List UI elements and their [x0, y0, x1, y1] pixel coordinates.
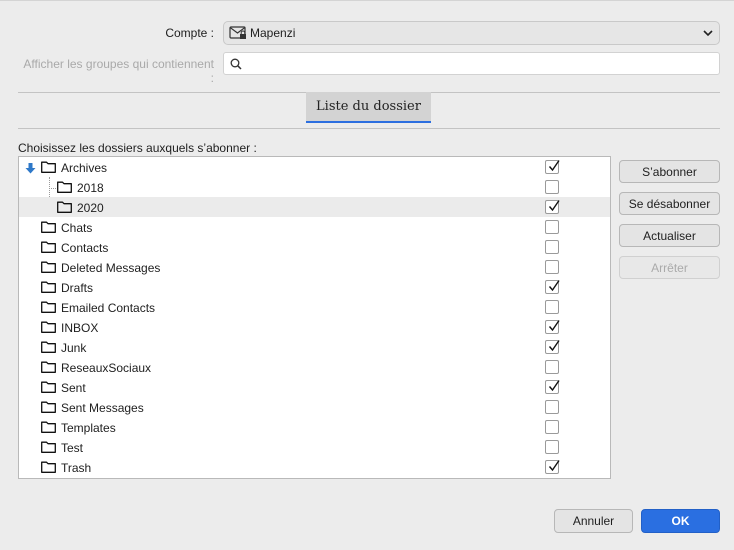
folder-icon [41, 281, 56, 293]
folder-name: Archives [61, 161, 108, 175]
folder-name: Chats [61, 221, 93, 235]
folder-name: INBOX [61, 321, 99, 335]
folder-name: Trash [61, 461, 92, 475]
folder-icon [41, 321, 56, 333]
mail-lock-icon [229, 26, 246, 39]
stop-button[interactable]: Arrêter [619, 256, 720, 279]
folder-icon [41, 261, 56, 273]
folder-row[interactable]: Drafts [19, 277, 610, 297]
folder-row[interactable]: Test [19, 437, 610, 457]
subscribe-checkbox[interactable] [545, 260, 559, 274]
folder-list[interactable]: Archives 2018 2020 Chats Contacts Deleted Mes… [18, 156, 611, 479]
folder-name: Test [61, 441, 84, 455]
folder-icon [41, 161, 56, 173]
folder-row[interactable]: Sent [19, 377, 610, 397]
folder-row[interactable]: INBOX [19, 317, 610, 337]
folder-icon [41, 361, 56, 373]
subscribe-checkbox[interactable] [545, 380, 560, 394]
subscribe-checkbox[interactable] [545, 340, 560, 354]
folder-name: Templates [61, 421, 116, 435]
folder-row[interactable]: ReseauxSociaux [19, 357, 610, 377]
folder-name: Sent Messages [61, 401, 144, 415]
folder-icon [41, 381, 56, 393]
folder-icon [41, 241, 56, 253]
folder-name: Junk [61, 341, 87, 355]
subscribe-checkbox[interactable] [545, 440, 559, 454]
folder-row[interactable]: 2018 [19, 177, 610, 197]
subscribe-checkbox[interactable] [545, 400, 559, 414]
account-select[interactable]: Mapenzi [223, 21, 720, 45]
folder-row[interactable]: Junk [19, 337, 610, 357]
folder-icon [41, 401, 56, 413]
folder-name: ReseauxSociaux [61, 361, 152, 375]
folder-name: 2020 [77, 201, 104, 215]
folder-name: Contacts [61, 241, 109, 255]
unsubscribe-button[interactable]: Se désabonner [619, 192, 720, 215]
folder-name: 2018 [77, 181, 104, 195]
folder-row[interactable]: Contacts [19, 237, 610, 257]
subscribe-checkbox[interactable] [545, 320, 560, 334]
divider [18, 128, 720, 129]
folder-row[interactable]: Trash [19, 457, 610, 477]
subscribe-button[interactable]: S’abonner [619, 160, 720, 183]
account-value: Mapenzi [250, 26, 296, 40]
folder-row[interactable]: Emailed Contacts [19, 297, 610, 317]
folder-icon [41, 341, 56, 353]
folder-row[interactable]: Sent Messages [19, 397, 610, 417]
cancel-button[interactable]: Annuler [554, 509, 633, 533]
list-heading: Choisissez les dossiers auxquels s’abonn… [18, 141, 257, 155]
subscribe-checkbox[interactable] [545, 160, 560, 174]
subscribe-checkbox[interactable] [545, 460, 560, 474]
folder-icon [41, 421, 56, 433]
folder-row[interactable]: Chats [19, 217, 610, 237]
subscribe-checkbox[interactable] [545, 200, 560, 214]
filter-search-input[interactable] [223, 52, 720, 75]
refresh-button[interactable]: Actualiser [619, 224, 720, 247]
search-icon [230, 58, 242, 70]
ok-button[interactable]: OK [641, 509, 720, 533]
expand-arrow-icon[interactable] [25, 163, 36, 174]
folder-icon [57, 201, 72, 213]
folder-row[interactable]: 2020 [19, 197, 610, 217]
subscribe-checkbox[interactable] [545, 220, 559, 234]
subscribe-checkbox[interactable] [545, 420, 559, 434]
chevron-down-icon [703, 30, 713, 37]
folder-name: Deleted Messages [61, 261, 161, 275]
folder-name: Sent [61, 381, 86, 395]
subscribe-checkbox[interactable] [545, 180, 559, 194]
folder-icon [41, 301, 56, 313]
folder-row[interactable]: Archives [19, 157, 610, 177]
filter-label: Afficher les groupes qui contiennent : [23, 57, 214, 85]
folder-icon [41, 461, 56, 473]
folder-icon [41, 221, 56, 233]
subscribe-checkbox[interactable] [545, 280, 560, 294]
subscribe-checkbox[interactable] [545, 240, 559, 254]
tab-folder-list[interactable]: Liste du dossier [306, 92, 431, 123]
account-label: Compte : [165, 26, 214, 40]
folder-name: Emailed Contacts [61, 301, 156, 315]
folder-icon [41, 441, 56, 453]
window-top-border [0, 0, 734, 2]
folder-icon [57, 181, 72, 193]
subscribe-checkbox[interactable] [545, 300, 559, 314]
folder-row[interactable]: Deleted Messages [19, 257, 610, 277]
subscribe-checkbox[interactable] [545, 360, 559, 374]
folder-row[interactable]: Templates [19, 417, 610, 437]
folder-name: Drafts [61, 281, 94, 295]
